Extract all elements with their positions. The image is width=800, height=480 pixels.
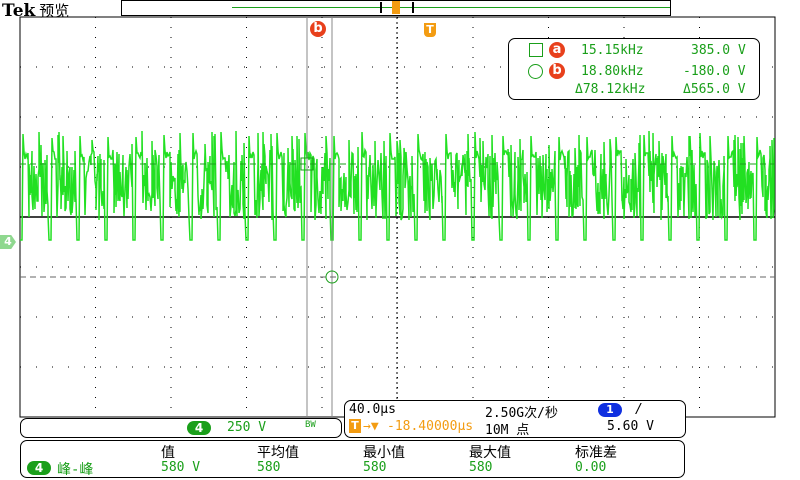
trigger-level: 5.60 V xyxy=(607,419,654,434)
channel-4-badge: 4 xyxy=(187,421,211,435)
cursor-a-badge: a xyxy=(549,42,565,58)
arrow-icon: →▼ xyxy=(363,419,379,434)
square-icon xyxy=(529,43,543,57)
oscilloscope-screen: Tek 预览 b T 4 a 15.15kHz 385.0 V b 18.80kH… xyxy=(0,0,800,480)
trigger-icon: T xyxy=(349,419,361,433)
measurement-header-stddev: 标准差 xyxy=(575,445,617,461)
measurement-panel[interactable]: 值 平均值 最小值 最大值 标准差 4 峰-峰 580 V 580 580 58… xyxy=(20,440,685,478)
cursor-b-badge: b xyxy=(549,63,565,79)
cursor-delta-value: Δ565.0 V xyxy=(683,82,746,97)
cursor-b-value: -180.0 V xyxy=(683,64,746,79)
trigger-position-icon xyxy=(392,1,400,14)
measurement-stddev: 0.00 xyxy=(575,460,607,475)
measurement-value: 580 V xyxy=(161,460,201,475)
measurement-max: 580 xyxy=(469,460,493,475)
measurement-header-max: 最大值 xyxy=(469,445,511,461)
bandwidth-limit-indicator: BW xyxy=(305,420,316,430)
measurement-header-min: 最小值 xyxy=(363,445,405,461)
record-length: 10M 点 xyxy=(485,423,530,438)
cursor-b-freq: 18.80kHz xyxy=(581,64,644,79)
cursor-delta-freq: Δ78.12kHz xyxy=(575,82,646,97)
channel-4-settings[interactable]: 4 250 V BW xyxy=(20,418,342,438)
trigger-slope-icon: / xyxy=(635,402,643,417)
brand-logo: Tek 预览 xyxy=(2,1,70,21)
record-view-bar[interactable] xyxy=(121,0,671,16)
circle-icon xyxy=(528,64,543,79)
trigger-source-badge: 1 xyxy=(598,403,622,417)
measurement-min: 580 xyxy=(363,460,387,475)
trigger-marker[interactable]: T xyxy=(424,23,436,37)
horizontal-trigger-settings[interactable]: 40.0µs T →▼ -18.40000µs 2.50G次/秒 10M 点 1… xyxy=(344,400,686,438)
mode-label: 预览 xyxy=(39,2,70,20)
cursor-b-marker[interactable]: b xyxy=(310,21,326,37)
measurement-name: 峰-峰 xyxy=(57,462,94,478)
measurement-mean: 580 xyxy=(257,460,281,475)
horizontal-scale: 40.0µs xyxy=(349,402,396,417)
cursor-readout: a 15.15kHz 385.0 V b 18.80kHz -180.0 V Δ… xyxy=(508,38,760,100)
cursor-a-freq: 15.15kHz xyxy=(581,43,644,58)
measurement-source-badge: 4 xyxy=(27,461,51,475)
measurement-header-value: 值 xyxy=(161,445,175,461)
trigger-position: -18.40000µs xyxy=(387,419,474,434)
cursor-a-value: 385.0 V xyxy=(691,43,746,58)
measurement-header-mean: 平均值 xyxy=(257,445,299,461)
channel-4-scale: 250 V xyxy=(227,420,267,435)
